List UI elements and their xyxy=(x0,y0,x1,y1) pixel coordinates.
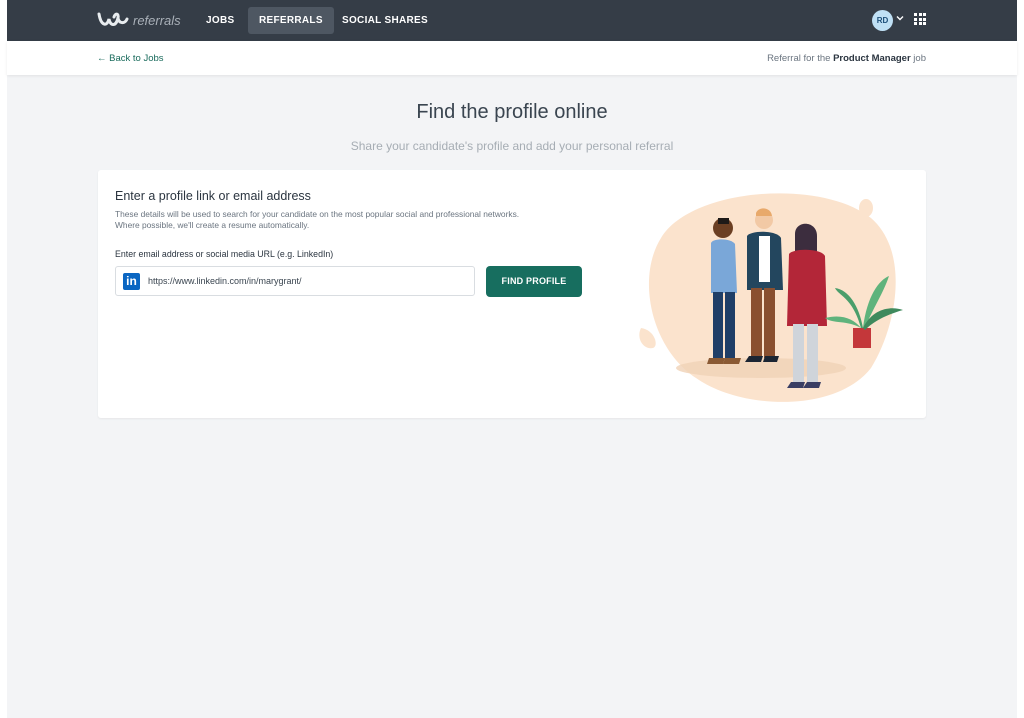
referral-suffix: job xyxy=(910,53,926,64)
sub-header: ← Back to Jobs Referral for the Product … xyxy=(7,41,1017,75)
card-title: Enter a profile link or email address xyxy=(115,189,311,203)
back-to-jobs-link[interactable]: ← Back to Jobs xyxy=(97,53,164,64)
referral-prefix: Referral for the xyxy=(767,53,834,64)
referral-context: Referral for the Product Manager job xyxy=(767,53,926,64)
nav-social-shares[interactable]: SOCIAL SHARES xyxy=(331,7,439,34)
app-frame: referrals JOBS REFERRALS SOCIAL SHARES R… xyxy=(7,0,1017,718)
nav-jobs[interactable]: JOBS xyxy=(195,7,245,34)
page-subtitle: Share your candidate's profile and add y… xyxy=(350,139,674,153)
referral-illustration xyxy=(639,193,903,402)
logo-mark-icon xyxy=(97,12,129,26)
top-navigation-bar: referrals JOBS REFERRALS SOCIAL SHARES R… xyxy=(7,0,1017,41)
card-description: These details will be used to search for… xyxy=(115,209,595,231)
app-logo[interactable]: referrals xyxy=(97,10,181,30)
page-title: Find the profile online xyxy=(416,101,608,123)
find-profile-button[interactable]: FIND PROFILE xyxy=(486,266,582,297)
description-line-1: These details will be used to search for… xyxy=(115,209,520,219)
chevron-down-icon[interactable] xyxy=(895,13,905,23)
apps-grid-icon[interactable] xyxy=(914,13,926,25)
profile-url-input[interactable] xyxy=(148,267,468,295)
linkedin-icon: in xyxy=(123,273,140,290)
nav-referrals[interactable]: REFERRALS xyxy=(248,7,334,34)
find-profile-card: Enter a profile link or email address Th… xyxy=(98,170,926,418)
logo-text: referrals xyxy=(133,12,181,28)
user-avatar[interactable]: RD xyxy=(872,10,893,31)
profile-field-label: Enter email address or social media URL … xyxy=(115,249,334,259)
description-line-2: Where possible, we'll create a resume au… xyxy=(115,220,310,230)
profile-input-container[interactable]: in xyxy=(115,266,475,296)
job-title: Product Manager xyxy=(833,53,911,64)
